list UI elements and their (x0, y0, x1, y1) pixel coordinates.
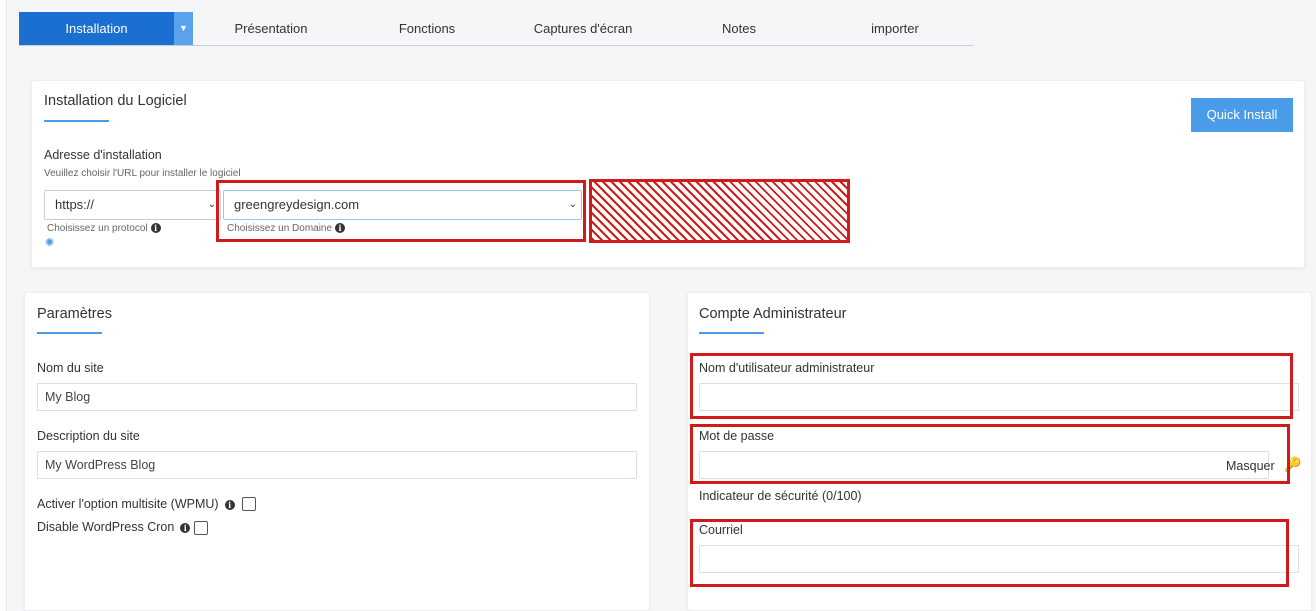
tab-captures[interactable]: Captures d'écran (505, 12, 661, 45)
title-underline (699, 332, 764, 334)
strength-indicator: Indicateur de sécurité (0/100) (699, 489, 862, 503)
info-icon[interactable]: i (224, 499, 235, 510)
quick-install-button[interactable]: Quick Install (1191, 98, 1293, 132)
chevron-down-icon: ⌄ (207, 199, 216, 210)
site-name-label: Nom du site (37, 361, 104, 375)
multisite-checkbox[interactable] (242, 497, 256, 511)
params-card-title: Paramètres (37, 306, 112, 322)
tab-presentation[interactable]: Présentation (193, 12, 349, 45)
redacted-area (589, 179, 850, 243)
title-underline (37, 332, 102, 334)
highlight-box-domain (216, 180, 586, 242)
admin-card-title: Compte Administrateur (699, 306, 847, 322)
site-name-input[interactable]: My Blog (37, 383, 637, 411)
tab-fonctions[interactable]: Fonctions (349, 12, 505, 45)
info-icon[interactable]: i (150, 223, 161, 234)
highlight-box-username (690, 353, 1293, 419)
protocol-value: https:// (55, 197, 95, 212)
info-icon[interactable]: i (180, 522, 191, 533)
address-help: Veuillez choisir l'URL pour installer le… (44, 168, 241, 179)
protocol-select[interactable]: https:// ⌄ (44, 190, 221, 220)
left-edge-strip (0, 0, 7, 611)
cron-label-text: Disable WordPress Cron (37, 520, 175, 534)
multisite-label-text: Activer l'option multisite (WPMU) (37, 497, 219, 511)
tab-notes[interactable]: Notes (661, 12, 817, 45)
title-underline (44, 120, 109, 122)
site-desc-label: Description du site (37, 429, 140, 443)
tab-importer[interactable]: importer (817, 12, 973, 45)
highlight-box-email (690, 519, 1289, 587)
install-card-title: Installation du Logiciel (44, 93, 187, 109)
cron-checkbox[interactable] (194, 521, 208, 535)
site-desc-input[interactable]: My WordPress Blog (37, 451, 637, 479)
spinner-icon: ✺ (45, 237, 55, 249)
multisite-label: Activer l'option multisite (WPMU) i (37, 497, 235, 511)
chevron-down-icon[interactable]: ▼ (174, 12, 193, 45)
tab-bar: Installation ▼ Présentation Fonctions Ca… (19, 12, 973, 46)
protocol-help: Choisissez un protocol i (47, 223, 161, 234)
address-label: Adresse d'installation (44, 148, 162, 162)
protocol-help-text: Choisissez un protocol (47, 223, 148, 234)
cron-label: Disable WordPress Cron i (37, 520, 191, 534)
tab-installation[interactable]: Installation (19, 12, 174, 45)
highlight-box-password (690, 424, 1290, 484)
